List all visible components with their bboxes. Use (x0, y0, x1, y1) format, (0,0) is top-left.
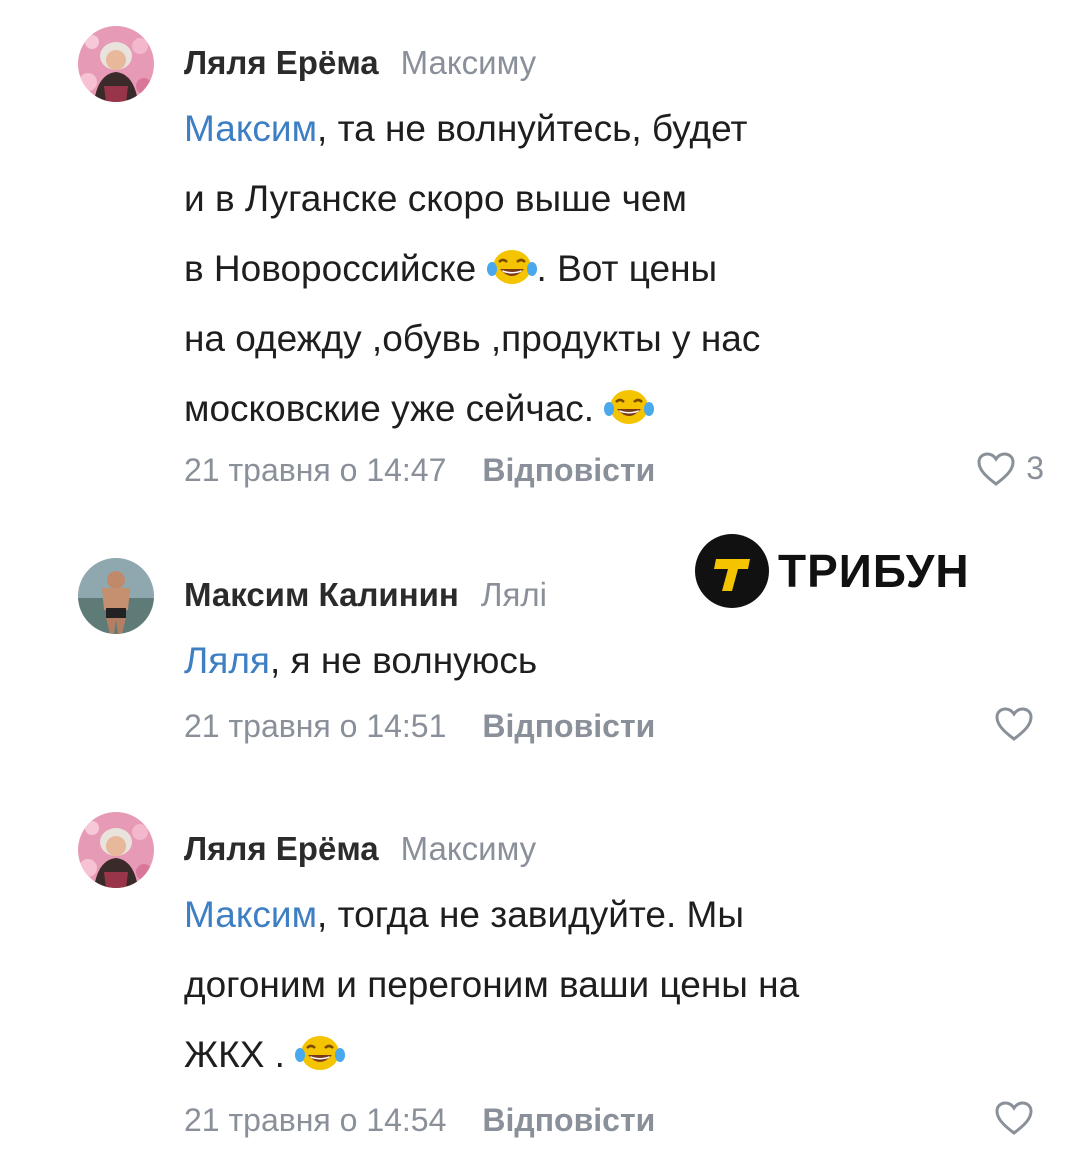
tribun-logo: ТРИБУН (694, 533, 970, 609)
like-button[interactable] (994, 706, 1044, 742)
author-line: Ляля Ерёма Максиму (184, 830, 536, 868)
heart-outline-icon (977, 451, 1015, 486)
reply-button[interactable]: Відповісти (482, 708, 655, 744)
mention-link[interactable]: Ляля (184, 640, 270, 681)
comment-meta: 21 травня о 14:54 Відповісти (184, 1102, 655, 1139)
laughing-tears-emoji-icon (486, 250, 537, 284)
author-line: Максим Калинин Лялі (184, 576, 547, 614)
reply-button[interactable]: Відповісти (482, 1102, 655, 1138)
author-name[interactable]: Максим Калинин (184, 576, 459, 613)
logo-text: ТРИБУН (778, 545, 970, 597)
laughing-tears-emoji-icon (295, 1036, 346, 1070)
mention-link[interactable]: Максим (184, 108, 317, 149)
reply-to[interactable]: Максиму (401, 830, 537, 867)
timestamp[interactable]: 21 травня о 14:54 (184, 1102, 446, 1138)
heart-outline-icon (995, 1101, 1033, 1135)
heart-outline-icon (995, 707, 1033, 741)
reply-to[interactable]: Максиму (401, 44, 537, 81)
comment-text: Максим, тогда не завидуйте. Мы догоним и… (184, 894, 800, 1075)
comment-text: Ляля, я не волнуюсь (184, 640, 538, 681)
author-line: Ляля Ерёма Максиму (184, 44, 536, 82)
author-name[interactable]: Ляля Ерёма (184, 830, 379, 867)
tribun-logo-icon (695, 534, 769, 608)
comment-meta: 21 травня о 14:47 Відповісти (184, 452, 655, 489)
timestamp[interactable]: 21 травня о 14:51 (184, 708, 446, 744)
reply-to[interactable]: Лялі (481, 576, 547, 613)
like-count: 3 (1026, 450, 1044, 486)
laughing-tears-emoji-icon (604, 390, 655, 424)
avatar[interactable] (78, 558, 154, 634)
comment-text: Максим, та не волнуйтесь, будет и в Луга… (184, 108, 761, 429)
comment-meta: 21 травня о 14:51 Відповісти (184, 708, 655, 745)
timestamp[interactable]: 21 травня о 14:47 (184, 452, 446, 488)
avatar[interactable] (78, 26, 154, 102)
mention-link[interactable]: Максим (184, 894, 317, 935)
author-name[interactable]: Ляля Ерёма (184, 44, 379, 81)
avatar[interactable] (78, 812, 154, 888)
reply-button[interactable]: Відповісти (482, 452, 655, 488)
like-button[interactable] (994, 1100, 1044, 1136)
like-button[interactable]: 3 (976, 450, 1044, 487)
